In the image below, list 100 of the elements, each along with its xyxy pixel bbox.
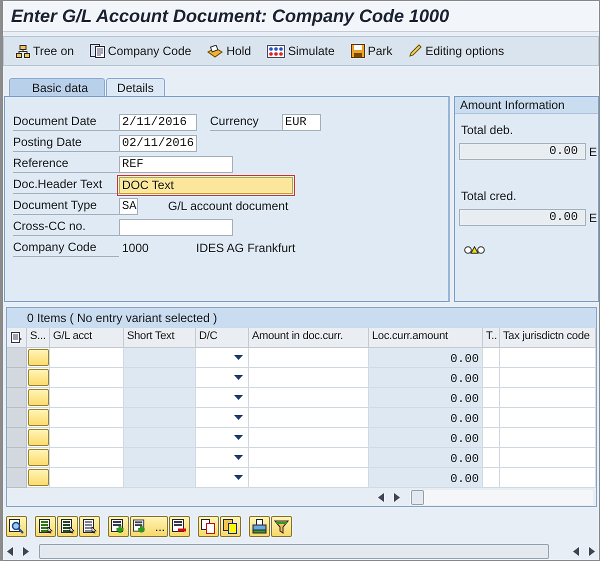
table-cell[interactable] [50,448,124,468]
filter-button[interactable] [271,516,292,537]
table-cell[interactable] [500,348,596,368]
insert-rows-button[interactable]: ... [130,516,168,537]
table-cell[interactable] [249,368,369,388]
insert-row-button[interactable] [108,516,129,537]
status-button[interactable] [28,389,48,406]
column-header[interactable]: T.. [483,328,500,348]
pencil-icon [408,44,422,58]
toolbar-button[interactable]: Park [348,43,394,59]
dropdown-icon[interactable] [234,375,243,380]
scroll-right-icon[interactable] [23,547,29,556]
input-field[interactable]: REF [119,156,233,172]
table-cell[interactable] [500,428,596,448]
hierarchy-icon [16,44,30,58]
tab[interactable]: Details [106,78,165,96]
input-field[interactable]: SA [119,198,138,214]
toolbar-button[interactable]: Tree on [14,43,76,59]
table-cell[interactable] [50,368,124,388]
table-cell[interactable] [483,468,500,488]
tab[interactable]: Basic data [9,78,106,96]
scroll-left-icon[interactable] [573,547,579,556]
select-button[interactable] [35,516,56,537]
table-cell[interactable] [500,368,596,388]
table-cell[interactable] [483,348,500,368]
scroll-thumb[interactable] [411,490,424,504]
table-cell[interactable] [249,348,369,368]
column-header[interactable]: Amount in doc.curr. [249,328,369,348]
table-cell[interactable] [50,348,124,368]
table-cell[interactable] [249,428,369,448]
status-button[interactable] [28,409,48,426]
table-cell[interactable] [483,408,500,428]
filter-icon [274,519,289,534]
table-cell[interactable] [500,448,596,468]
column-header[interactable]: G/L acct [50,328,124,348]
table-cell[interactable] [500,468,596,488]
panel-title: Amount Information [455,97,598,114]
dropdown-icon[interactable] [234,455,243,460]
table-cell[interactable] [50,388,124,408]
table-cell[interactable] [249,448,369,468]
table-cell[interactable] [500,388,596,408]
scroll-right-icon[interactable] [589,547,595,556]
table-caption: 0 Items ( No entry variant selected ) [7,308,596,328]
table-cell[interactable] [483,368,500,388]
dropdown-icon[interactable] [234,355,243,360]
list-cursor-icon [82,519,97,534]
table-cell[interactable] [50,468,124,488]
paste-icon [223,519,238,534]
dropdown-icon[interactable] [234,395,243,400]
copy-button[interactable] [198,516,219,537]
table-cell[interactable] [249,388,369,408]
details-button[interactable] [6,516,27,537]
add-row-icon [133,519,147,534]
input-field[interactable]: DOC Text [119,176,293,194]
toolbar-button[interactable]: Hold [205,43,253,59]
column-header[interactable]: Tax jurisdictn code [500,328,596,348]
paste-button[interactable] [220,516,241,537]
status-button[interactable] [28,449,48,466]
total-field: 0.00 [459,143,586,160]
table-cell[interactable] [50,428,124,448]
table-cell[interactable] [249,468,369,488]
input-field[interactable] [119,218,233,236]
column-header[interactable]: D/C [196,328,249,348]
column-header[interactable]: S... [27,328,50,348]
table-cell[interactable] [249,408,369,428]
column-settings-icon[interactable] [7,328,27,348]
print-button[interactable] [249,516,270,537]
currency-unit: E [589,210,598,224]
add-row-icon [111,519,126,534]
dropdown-icon[interactable] [234,475,243,480]
toolbar-button[interactable]: Company Code [88,43,194,59]
status-button[interactable] [28,469,48,486]
select-button[interactable] [79,516,100,537]
toolbar-button[interactable]: Simulate [265,43,337,59]
dropdown-icon[interactable] [234,435,243,440]
dropdown-icon[interactable] [234,415,243,420]
scroll-left-icon[interactable] [378,492,384,502]
table-cell[interactable] [483,388,500,408]
scroll-right-icon[interactable] [394,492,400,502]
table-cell: 0.00 [369,468,483,488]
status-button[interactable] [28,369,48,386]
magnifier-icon [9,519,24,534]
table-cell[interactable] [483,428,500,448]
input-field[interactable]: 02/11/2016 [119,134,197,152]
status-button[interactable] [28,429,48,446]
printer-icon [252,519,267,534]
delete-row-button[interactable] [169,516,190,537]
table-cell[interactable] [50,408,124,428]
input-field[interactable]: EUR [282,114,321,130]
total-label: Total cred. [461,189,518,203]
toolbar-button[interactable]: Editing options [406,43,506,59]
input-field[interactable]: 2/11/2016 [119,114,197,130]
column-header[interactable]: Loc.curr.amount [369,328,483,348]
scroll-thumb[interactable] [39,544,550,559]
select-button[interactable] [57,516,78,537]
table-cell[interactable] [500,408,596,428]
table-cell[interactable] [483,448,500,468]
table-cell: 0.00 [369,408,483,428]
scroll-left-icon[interactable] [7,547,13,556]
column-header[interactable]: Short Text [124,328,196,348]
